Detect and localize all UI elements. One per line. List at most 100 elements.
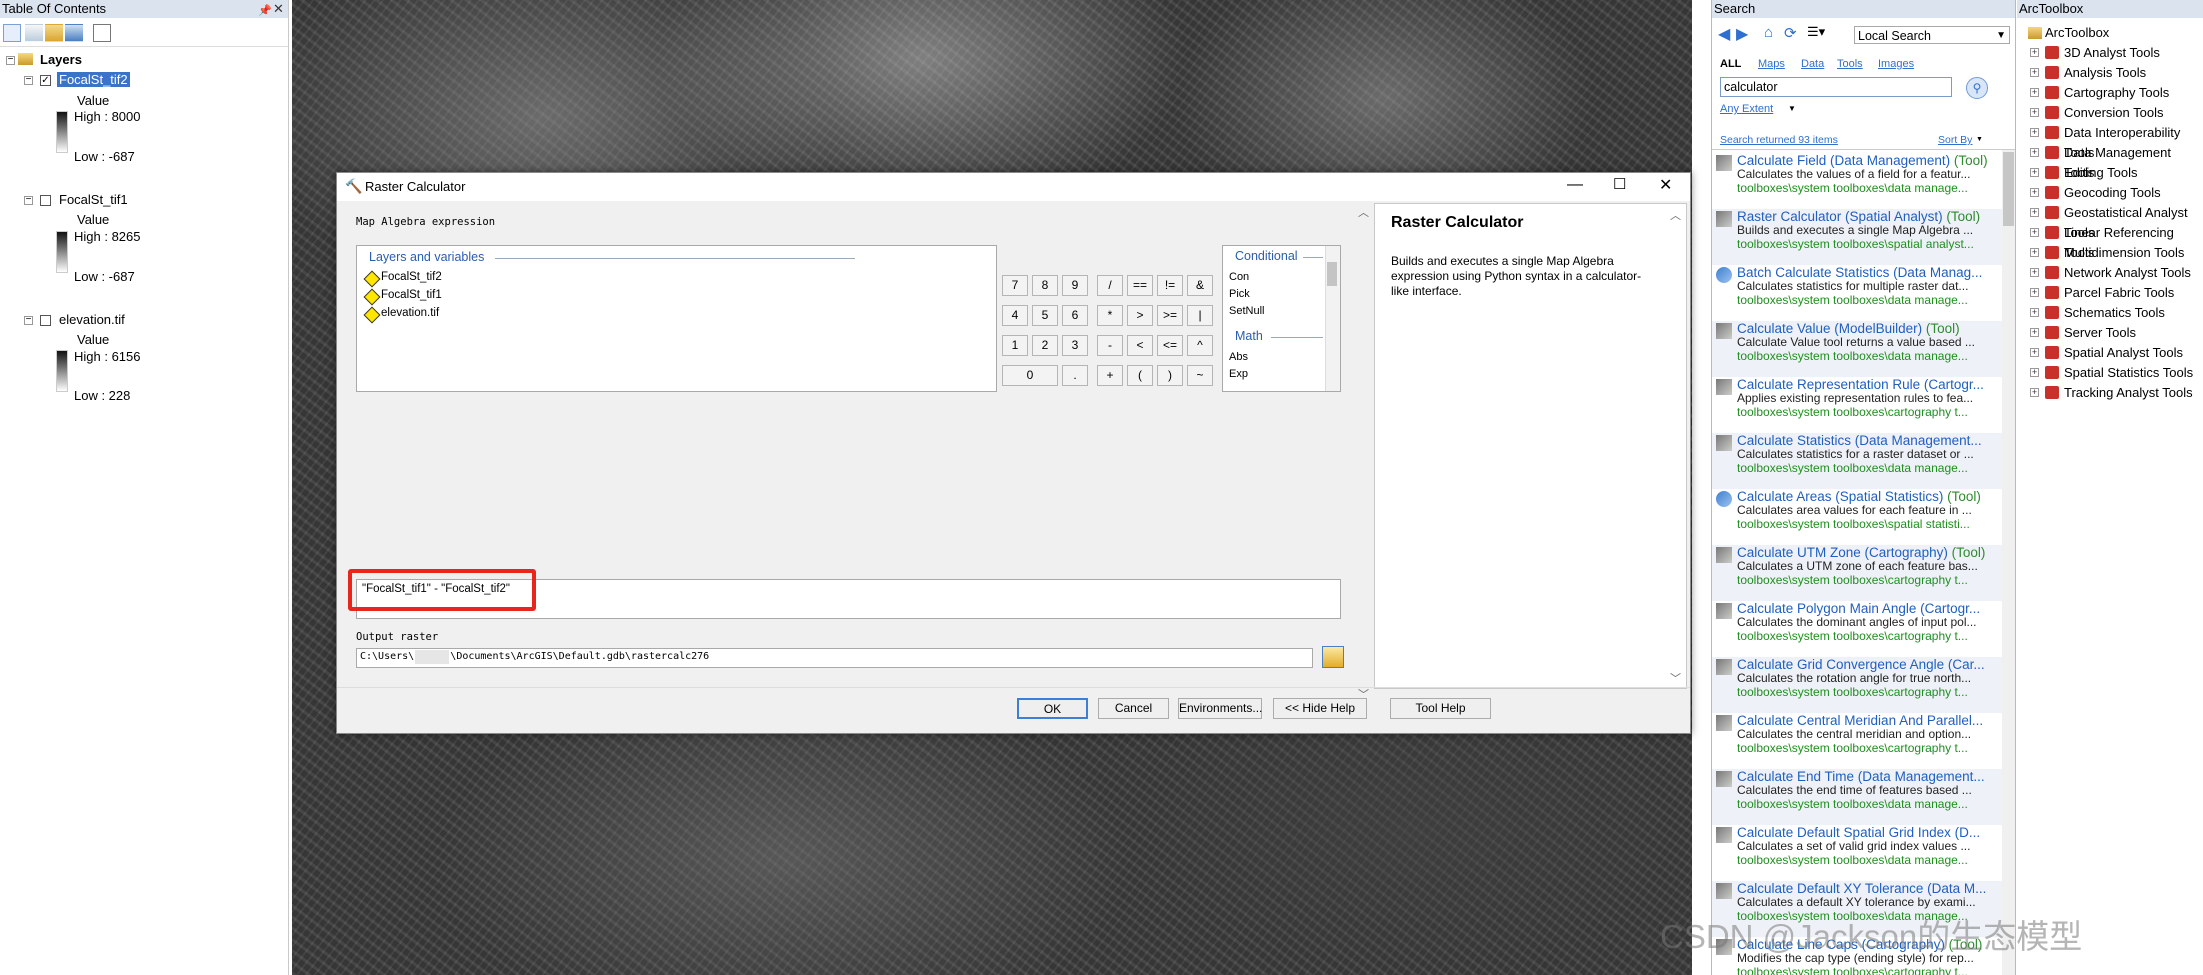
search-input[interactable]: calculator (1720, 77, 1952, 97)
scrollbar-thumb[interactable] (2003, 152, 2014, 226)
keypad-button[interactable]: 1 (1002, 335, 1028, 356)
expand-icon[interactable]: + (2030, 248, 2039, 257)
keypad-button[interactable]: != (1157, 275, 1183, 296)
keypad-button[interactable]: ) (1157, 365, 1183, 386)
home-icon[interactable]: ⌂ (1764, 24, 1773, 41)
functions-list[interactable]: Conditional Con Pick SetNull Math Abs Ex… (1222, 245, 1341, 392)
expand-icon[interactable]: + (2030, 188, 2039, 197)
result-title[interactable]: Calculate UTM Zone (Cartography) (1737, 545, 1948, 560)
toolbox-item[interactable]: Cartography Tools (2064, 83, 2169, 103)
expand-icon[interactable]: + (2030, 368, 2039, 377)
expand-icon[interactable]: + (2030, 208, 2039, 217)
back-icon[interactable]: ◀ (1718, 24, 1730, 44)
keypad-button[interactable]: + (1097, 365, 1123, 386)
expand-icon[interactable]: + (2030, 48, 2039, 57)
layer-item[interactable]: FocalSt_tif2 (381, 271, 442, 283)
keypad-button[interactable]: - (1097, 335, 1123, 356)
search-result[interactable]: Calculate UTM Zone (Cartography) (Tool) … (1712, 545, 2002, 601)
results-scrollbar[interactable] (2002, 150, 2015, 975)
tab-maps[interactable]: Maps (1758, 58, 1785, 70)
expand-icon[interactable]: + (2030, 108, 2039, 117)
toolbox-item[interactable]: 3D Analyst Tools (2064, 43, 2160, 63)
search-result[interactable]: Calculate Grid Convergence Angle (Car...… (1712, 657, 2002, 713)
result-title[interactable]: Raster Calculator (Spatial Analyst) (1737, 209, 1943, 224)
search-result[interactable]: Raster Calculator (Spatial Analyst) (Too… (1712, 209, 2002, 265)
options-icon[interactable] (93, 24, 111, 42)
toolbox-item[interactable]: Parcel Fabric Tools (2064, 283, 2174, 303)
minimize-icon[interactable]: — (1567, 176, 1583, 194)
keypad-button[interactable]: ^ (1187, 335, 1213, 356)
keypad-button[interactable]: > (1127, 305, 1153, 326)
list-by-drawing-order-icon[interactable] (3, 24, 21, 42)
keypad-button[interactable]: == (1127, 275, 1153, 296)
layer-name[interactable]: FocalSt_tif2 (57, 72, 130, 87)
scrollbar-thumb[interactable] (1327, 262, 1337, 286)
expand-icon[interactable]: + (2030, 68, 2039, 77)
toolbox-item[interactable]: Geocoding Tools (2064, 183, 2161, 203)
toolbox-item[interactable]: Multidimension Tools (2064, 243, 2184, 263)
scope-dropdown[interactable]: Local Search ▼ (1854, 26, 2010, 44)
result-title[interactable]: Calculate Grid Convergence Angle (Car... (1737, 657, 1985, 672)
toolbox-item[interactable]: Editing Tools (2064, 163, 2137, 183)
function-item[interactable]: Abs (1229, 351, 1248, 363)
expand-icon[interactable]: + (2030, 308, 2039, 317)
list-by-visibility-icon[interactable] (45, 24, 63, 42)
keypad-button[interactable]: * (1097, 305, 1123, 326)
expand-icon[interactable]: + (2030, 348, 2039, 357)
function-item[interactable]: SetNull (1229, 305, 1264, 317)
toolbox-item[interactable]: Spatial Analyst Tools (2064, 343, 2183, 363)
result-title[interactable]: Calculate Default XY Tolerance (Data M..… (1737, 881, 1986, 896)
close-icon[interactable]: ✕ (273, 0, 284, 18)
output-raster-input[interactable]: C:\Users\ \Documents\ArcGIS\Default.gdb\… (356, 648, 1313, 668)
tab-all[interactable]: ALL (1720, 58, 1741, 70)
function-item[interactable]: Pick (1229, 288, 1250, 300)
keypad-button[interactable]: 0 (1002, 365, 1058, 386)
tool-help-button[interactable]: Tool Help (1390, 698, 1491, 719)
toolbox-item[interactable]: Network Analyst Tools (2064, 263, 2191, 283)
toolbox-item[interactable]: Analysis Tools (2064, 63, 2146, 83)
layer-name[interactable]: FocalSt_tif1 (59, 192, 128, 207)
layer-checkbox[interactable] (40, 195, 51, 206)
layer-item[interactable]: FocalSt_tif1 (381, 289, 442, 301)
search-result[interactable]: Calculate Default Spatial Grid Index (D.… (1712, 825, 2002, 881)
result-title[interactable]: Batch Calculate Statistics (Data Manag..… (1737, 265, 1982, 280)
maximize-icon[interactable]: ☐ (1613, 175, 1626, 193)
toolbox-item[interactable]: Data Interoperability Tools (2064, 123, 2203, 160)
expand-icon[interactable]: + (2030, 388, 2039, 397)
keypad-button[interactable]: 6 (1062, 305, 1088, 326)
ok-button[interactable]: OK (1017, 698, 1088, 719)
keypad-button[interactable]: ( (1127, 365, 1153, 386)
expand-icon[interactable]: + (2030, 128, 2039, 137)
search-result[interactable]: Calculate Value (ModelBuilder) (Tool) Ca… (1712, 321, 2002, 377)
keypad-button[interactable]: 3 (1062, 335, 1088, 356)
result-title[interactable]: Calculate Representation Rule (Cartogr..… (1737, 377, 1984, 392)
refresh-icon[interactable]: ⟳ (1784, 24, 1797, 42)
keypad-button[interactable]: 7 (1002, 275, 1028, 296)
result-title[interactable]: Calculate Areas (Spatial Statistics) (1737, 489, 1943, 504)
keypad-button[interactable]: 9 (1062, 275, 1088, 296)
collapse-layer-icon[interactable]: − (24, 315, 33, 325)
keypad-button[interactable]: . (1062, 365, 1088, 386)
scroll-up-icon[interactable]: ︿ (1670, 207, 1681, 223)
collapse-layer-icon[interactable]: − (24, 75, 33, 85)
function-item[interactable]: Con (1229, 271, 1249, 283)
browse-folder-icon[interactable] (1322, 646, 1344, 668)
layer-checkbox[interactable] (40, 315, 51, 326)
keypad-button[interactable]: 5 (1032, 305, 1058, 326)
environments-button[interactable]: Environments... (1178, 698, 1262, 719)
result-title[interactable]: Calculate Statistics (Data Management... (1737, 433, 1982, 448)
search-icon[interactable]: ⚲ (1966, 77, 1988, 99)
cancel-button[interactable]: Cancel (1098, 698, 1169, 719)
keypad-button[interactable]: < (1127, 335, 1153, 356)
expand-icon[interactable]: + (2030, 288, 2039, 297)
keypad-button[interactable]: 4 (1002, 305, 1028, 326)
close-icon[interactable]: ✕ (1659, 175, 1672, 195)
options-icon[interactable]: ☰▾ (1807, 24, 1825, 40)
toolbox-item[interactable]: Linear Referencing Tools (2064, 223, 2203, 260)
toolbox-item[interactable]: Data Management Tools (2064, 143, 2203, 180)
expand-icon[interactable]: + (2030, 328, 2039, 337)
result-title[interactable]: Calculate Value (ModelBuilder) (1737, 321, 1922, 336)
expand-icon[interactable]: + (2030, 88, 2039, 97)
expand-icon[interactable]: + (2030, 268, 2039, 277)
extent-dropdown[interactable]: Any Extent (1720, 103, 1773, 115)
